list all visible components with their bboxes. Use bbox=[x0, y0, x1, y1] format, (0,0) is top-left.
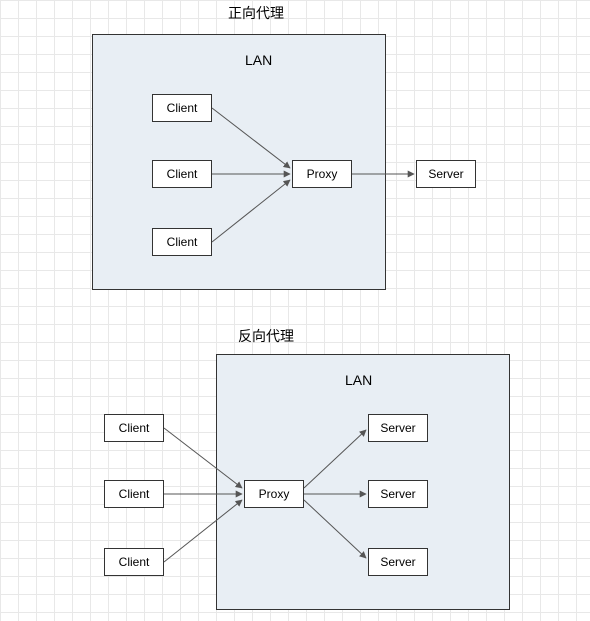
diagram1-client-1: Client bbox=[152, 94, 212, 122]
diagram1-title: 正向代理 bbox=[228, 3, 284, 23]
diagram1-proxy: Proxy bbox=[292, 160, 352, 188]
diagram2-server-3: Server bbox=[368, 548, 428, 576]
diagram1-server: Server bbox=[416, 160, 476, 188]
diagram2-lan-label: LAN bbox=[345, 372, 372, 388]
diagram1-lan-label: LAN bbox=[245, 52, 272, 68]
diagram2-proxy: Proxy bbox=[244, 480, 304, 508]
diagram2-server-1: Server bbox=[368, 414, 428, 442]
diagram2-server-2: Server bbox=[368, 480, 428, 508]
diagram2-client-3: Client bbox=[104, 548, 164, 576]
diagram1-client-2: Client bbox=[152, 160, 212, 188]
diagram2-client-1: Client bbox=[104, 414, 164, 442]
diagram2-title: 反向代理 bbox=[238, 326, 294, 346]
diagram2-client-2: Client bbox=[104, 480, 164, 508]
diagram1-client-3: Client bbox=[152, 228, 212, 256]
